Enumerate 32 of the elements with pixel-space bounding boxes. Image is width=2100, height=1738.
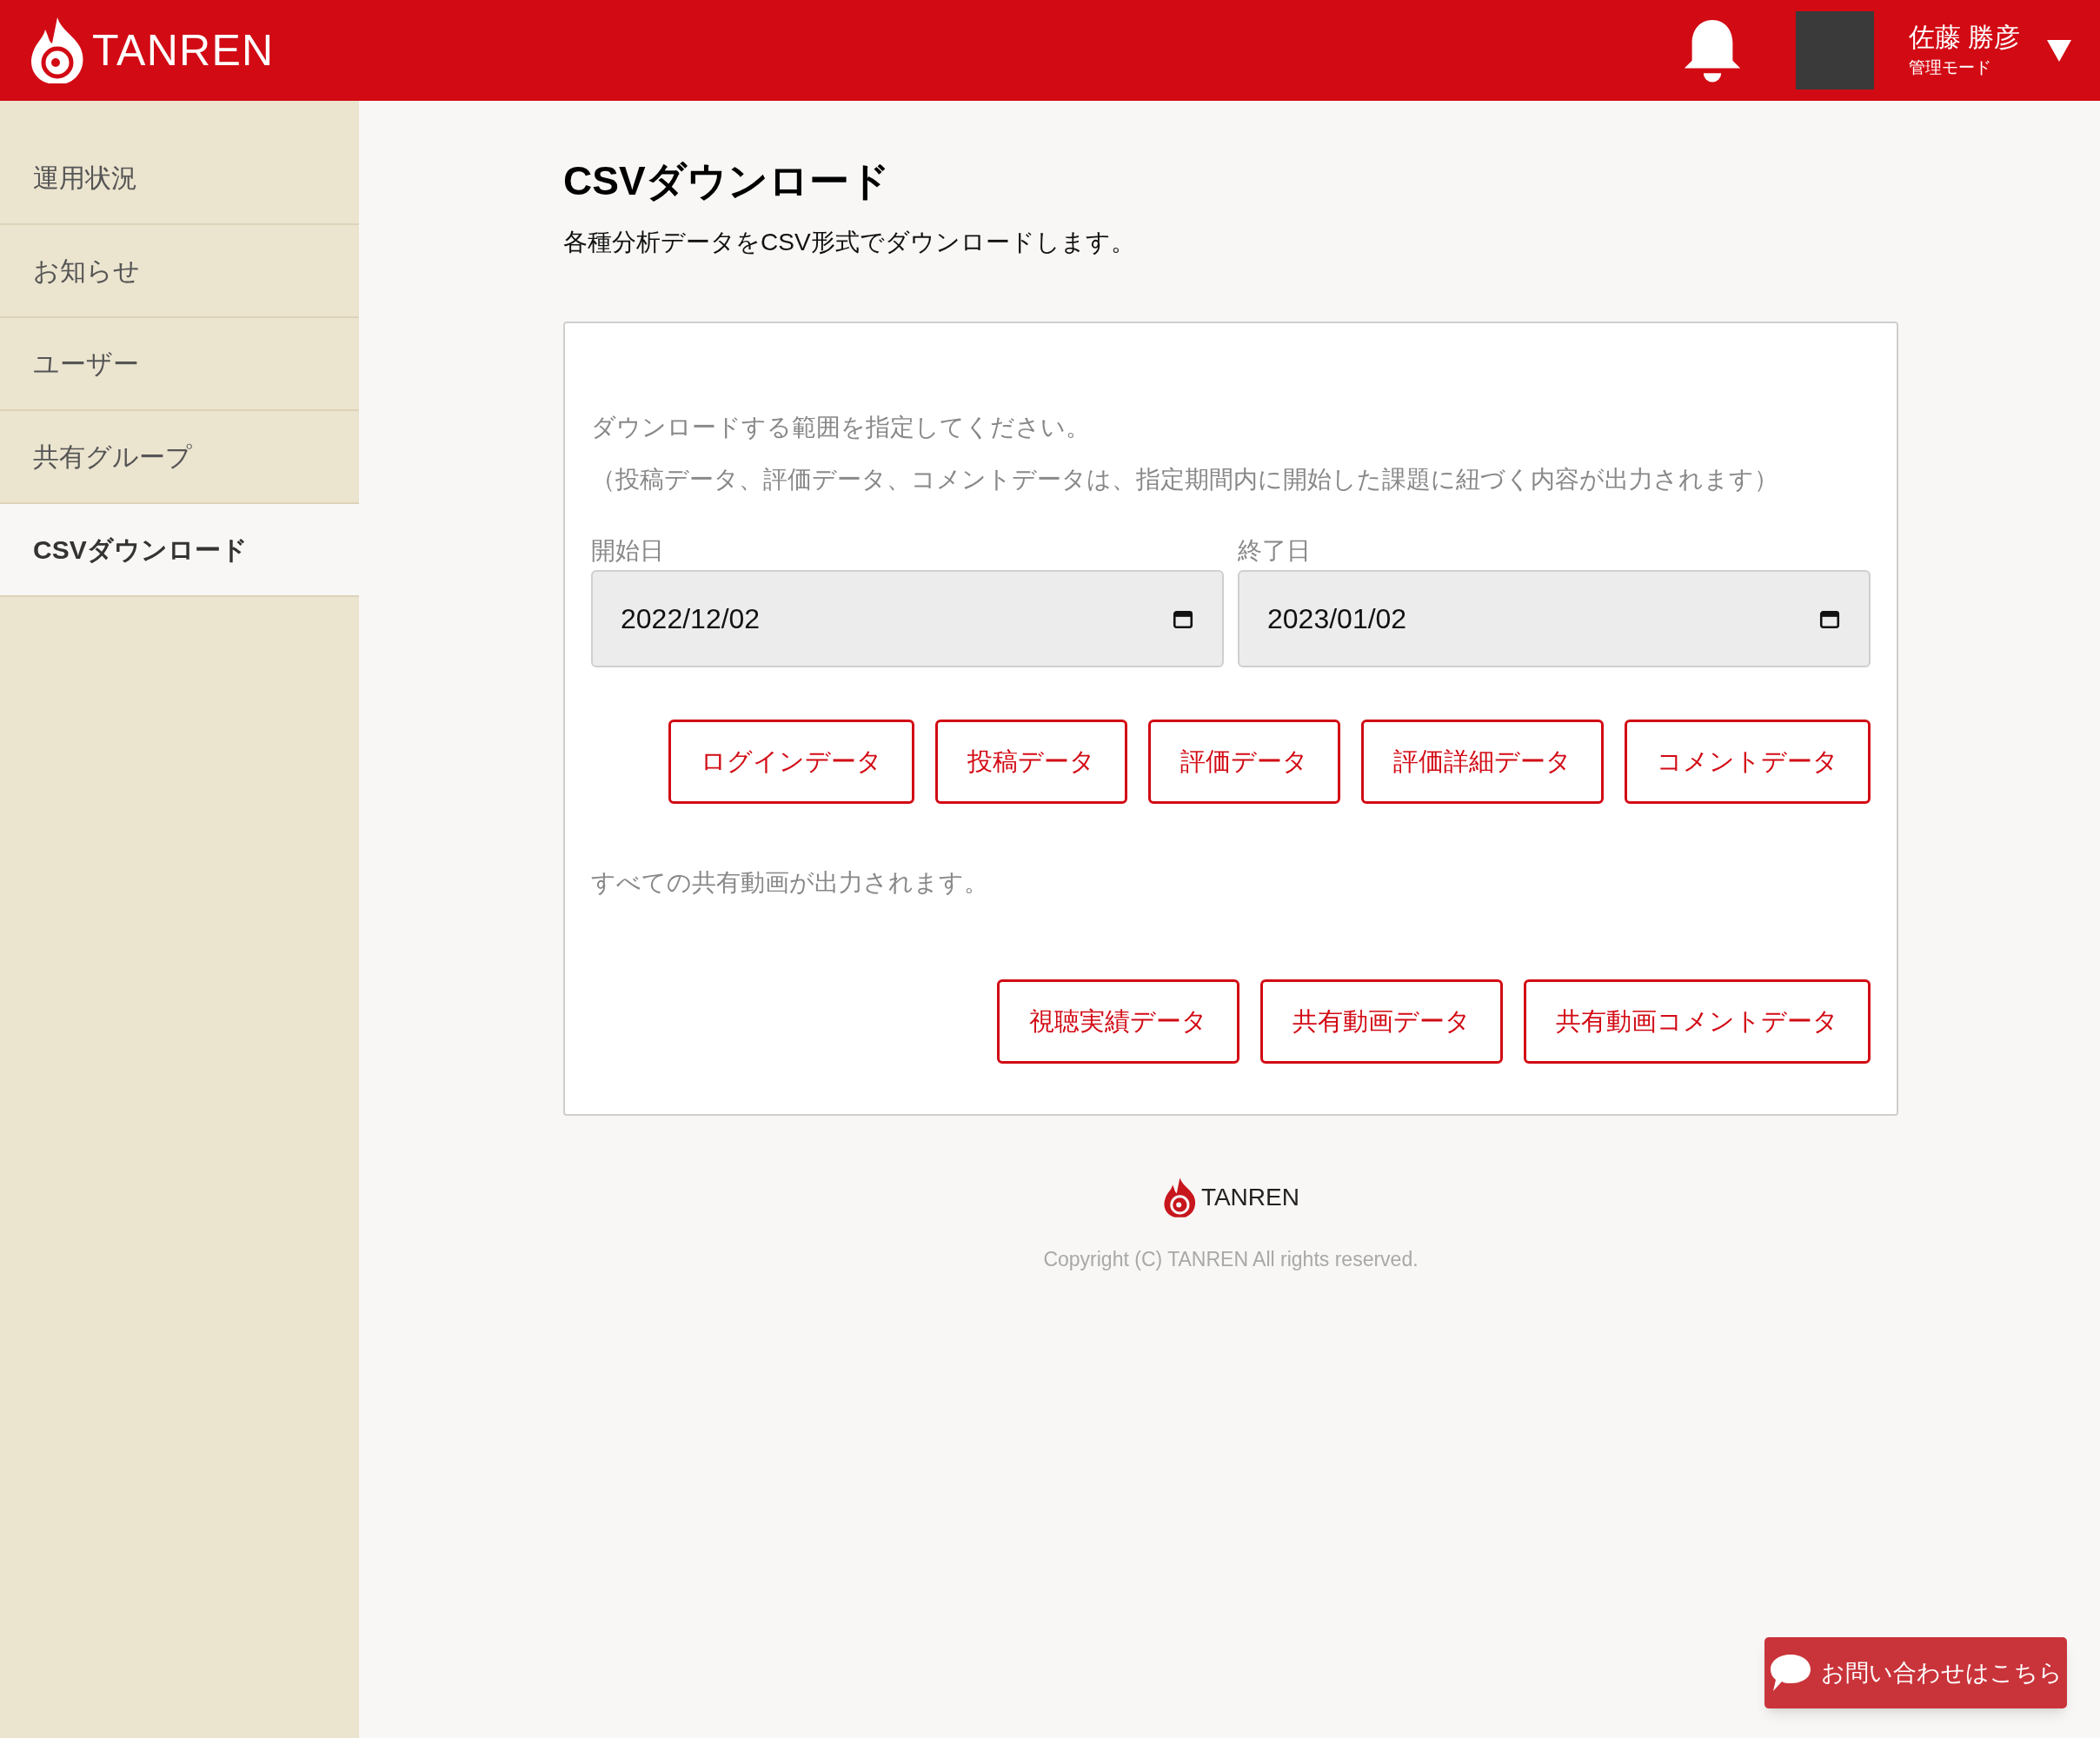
download-button[interactable]: ログインデータ [668, 720, 914, 804]
contact-button[interactable]: お問い合わせはこちら [1764, 1637, 2067, 1708]
page-title: CSVダウンロード [563, 157, 891, 205]
download-button[interactable]: 共有動画コメントデータ [1524, 979, 1871, 1064]
user-name: 佐藤 勝彦 [1908, 22, 2020, 53]
sidebar-item[interactable]: お知らせ [0, 225, 359, 318]
download-button[interactable]: 視聴実績データ [997, 979, 1239, 1064]
date-value: 2022/12/02 [621, 602, 761, 636]
date-field[interactable]: 2022/12/02 [591, 570, 1224, 667]
download-button[interactable]: コメントデータ [1625, 720, 1871, 804]
copyright-text: Copyright (C) TANREN All rights reserved. [1043, 1247, 1419, 1272]
logo-text: TANREN [92, 24, 275, 76]
sidebar-item[interactable]: 運用状況 [0, 132, 359, 225]
download-button[interactable]: 共有動画データ [1260, 979, 1503, 1064]
instruction-text: （投稿データ、評価データ、コメントデータは、指定期間内に開始した課題に紐づく内容が出力されます） [591, 465, 1779, 494]
sidebar-item[interactable]: CSVダウンロード [0, 504, 359, 597]
date-value: 2023/01/02 [1267, 602, 1407, 636]
flame-logo-icon [1162, 1177, 1198, 1218]
speech-bubble-icon [1769, 1653, 1812, 1693]
date-label: 開始日 [591, 536, 665, 566]
date-field[interactable]: 2023/01/02 [1238, 570, 1871, 667]
page-description: 各種分析データをCSV形式でダウンロードします。 [563, 228, 1136, 257]
download-button[interactable]: 評価データ [1148, 720, 1340, 804]
dropdown-caret-icon[interactable] [2046, 38, 2072, 63]
sidebar-item[interactable]: ユーザー [0, 318, 359, 411]
video-note: すべての共有動画が出力されます。 [591, 868, 989, 898]
download-button[interactable]: 投稿データ [935, 720, 1127, 804]
footer-logo-text: TANREN [1200, 1183, 1299, 1212]
instruction-text: ダウンロードする範囲を指定してください。 [591, 413, 1091, 442]
download-button[interactable]: 評価詳細データ [1361, 720, 1604, 804]
user-role: 管理モード [1908, 57, 1992, 78]
date-label: 終了日 [1238, 536, 1312, 566]
